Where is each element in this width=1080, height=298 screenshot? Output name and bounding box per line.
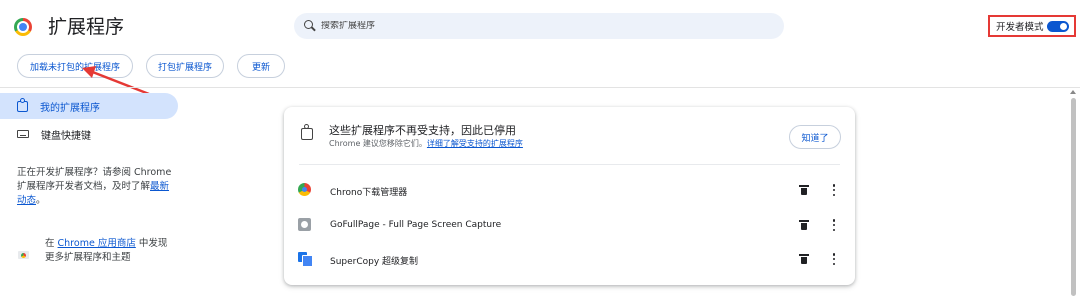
camera-icon — [298, 218, 311, 231]
developer-docs-text: 正在开发扩展程序？请参阅 Chrome 扩展程序开发者文档，及时了解最新动态。 — [17, 166, 177, 208]
load-unpacked-button[interactable]: 加载未打包的扩展程序 — [17, 54, 133, 78]
trash-icon[interactable] — [799, 254, 809, 264]
header: 扩展程序 开发者模式 加载未打包的扩展程序 打包扩展程序 更新 — [0, 0, 1080, 96]
keyboard-icon — [17, 130, 29, 138]
card-subtitle: Chrome 建议您移除它们。详细了解受支持的扩展程序 — [329, 138, 523, 149]
sidebar-item-label: 键盘快捷键 — [41, 130, 91, 142]
search-bar[interactable] — [294, 13, 784, 39]
developer-docs-suffix: 。 — [36, 195, 46, 206]
scrollbar[interactable] — [1067, 88, 1080, 298]
more-options-icon[interactable] — [832, 219, 836, 231]
web-store-text: 在 Chrome 应用商店 中发现更多扩展程序和主题 — [45, 237, 175, 265]
sidebar-item-keyboard-shortcuts[interactable]: 键盘快捷键 — [0, 121, 178, 147]
web-store-icon — [18, 248, 29, 259]
more-options-icon[interactable] — [832, 253, 836, 265]
scroll-thumb[interactable] — [1071, 98, 1076, 296]
learn-more-link[interactable]: 详细了解受支持的扩展程序 — [427, 139, 523, 148]
unsupported-extensions-card: 这些扩展程序不再受支持，因此已停用 Chrome 建议您移除它们。详细了解受支持… — [284, 107, 855, 285]
card-title: 这些扩展程序不再受支持，因此已停用 — [329, 124, 516, 137]
web-store-prefix: 在 — [45, 238, 58, 249]
puzzle-icon — [17, 97, 28, 112]
extension-row: SuperCopy 超级复制 — [284, 244, 855, 274]
sidebar-item-label: 我的扩展程序 — [40, 102, 100, 114]
extension-row: Chrono下载管理器 — [284, 175, 855, 205]
extension-name: GoFullPage - Full Page Screen Capture — [330, 220, 502, 230]
extension-name: Chrono下载管理器 — [330, 188, 408, 198]
web-store-link[interactable]: Chrome 应用商店 — [58, 238, 136, 249]
scroll-up-arrow-icon[interactable] — [1070, 90, 1076, 94]
developer-docs-prefix: 正在开发扩展程序？请参阅 Chrome 扩展程序开发者文档，及时了解 — [17, 167, 172, 192]
developer-mode-toggle[interactable] — [1047, 21, 1069, 32]
got-it-button[interactable]: 知道了 — [789, 125, 841, 149]
copy-icon — [298, 252, 313, 267]
sidebar: 我的扩展程序 键盘快捷键 正在开发扩展程序？请参阅 Chrome 扩展程序开发者… — [0, 88, 190, 298]
page-title: 扩展程序 — [48, 16, 125, 38]
sidebar-item-my-extensions[interactable]: 我的扩展程序 — [0, 93, 178, 119]
chrome-logo-icon — [14, 18, 32, 36]
search-icon — [304, 20, 316, 32]
more-options-icon[interactable] — [832, 184, 836, 196]
extension-row: GoFullPage - Full Page Screen Capture — [284, 210, 855, 240]
extensions-page: 扩展程序 开发者模式 加载未打包的扩展程序 打包扩展程序 更新 我的扩展程序 键… — [0, 0, 1080, 298]
extension-name: SuperCopy 超级复制 — [330, 257, 419, 267]
chrono-icon — [298, 183, 311, 196]
puzzle-icon — [301, 124, 313, 140]
developer-mode-label: 开发者模式 — [996, 22, 1044, 33]
trash-icon[interactable] — [799, 220, 809, 230]
pack-extension-button[interactable]: 打包扩展程序 — [146, 54, 224, 78]
update-button[interactable]: 更新 — [237, 54, 285, 78]
search-input[interactable] — [321, 21, 761, 31]
developer-mode-highlight: 开发者模式 — [988, 15, 1076, 37]
card-divider — [299, 164, 840, 165]
card-subtitle-prefix: Chrome 建议您移除它们。 — [329, 139, 427, 148]
trash-icon[interactable] — [799, 185, 809, 195]
